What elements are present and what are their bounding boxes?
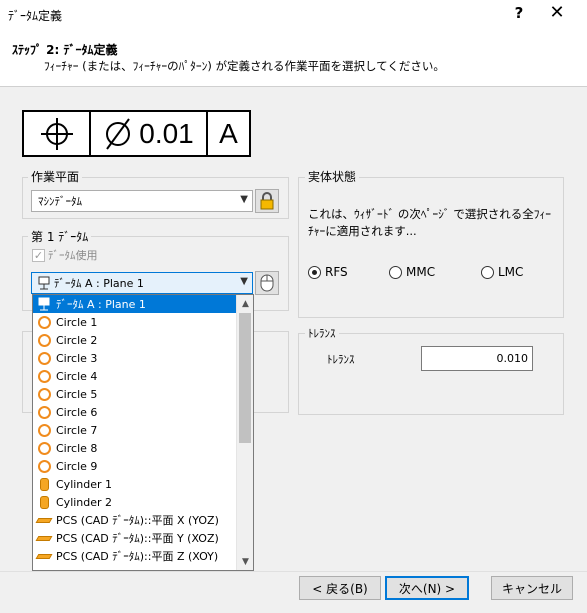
chevron-down-icon: ▼	[240, 276, 248, 287]
cylinder-icon	[36, 495, 52, 509]
dropdown-item-label: Circle 1	[56, 315, 98, 329]
work-plane-value: ﾏｼﾝﾃﾞｰﾀﾑ	[38, 195, 82, 208]
dropdown-item-label: Circle 3	[56, 351, 98, 365]
circle-icon	[36, 405, 52, 419]
dropdown-item-label: Circle 9	[56, 459, 98, 473]
dropdown-item-label: Circle 2	[56, 333, 98, 347]
dropdown-item-label: Cylinder 1	[56, 477, 113, 491]
lock-button[interactable]	[255, 189, 279, 213]
step-description: ﾌｨｰﾁｬｰ (または、ﾌｨｰﾁｬｰのﾊﾟﾀｰﾝ) が定義される作業平面を選択し…	[44, 59, 445, 73]
radio-dot	[308, 265, 321, 279]
feature-control-frame: 0.01 A	[22, 110, 251, 157]
dropdown-item[interactable]: Circle 2	[33, 331, 253, 349]
dropdown-item[interactable]: ﾃﾞｰﾀﾑ A : Plane 1	[33, 295, 253, 313]
dropdown-item-label: Circle 6	[56, 405, 98, 419]
work-plane-label: 作業平面	[28, 168, 83, 185]
circle-icon	[36, 459, 52, 473]
tolerance-group-label: ﾄﾚﾗﾝｽ	[305, 325, 339, 341]
tolerance-input[interactable]: 0.010	[421, 346, 533, 371]
lock-icon	[260, 192, 274, 210]
circle-icon	[36, 423, 52, 437]
material-condition-label: 実体状態	[305, 168, 360, 185]
scroll-down-icon[interactable]: ▼	[237, 553, 253, 570]
radio-dot	[481, 265, 494, 279]
footer-divider	[0, 571, 587, 572]
diameter-icon	[106, 117, 131, 150]
circle-icon	[36, 369, 52, 383]
cancel-button[interactable]: キャンセル	[491, 576, 573, 600]
datum-icon	[38, 276, 50, 290]
dropdown-item[interactable]: Cylinder 2	[33, 493, 253, 511]
plane-icon	[35, 513, 53, 527]
dropdown-item[interactable]: Circle 1	[33, 313, 253, 331]
dropdown-scrollbar[interactable]: ▲ ▼	[236, 295, 253, 570]
wizard-header: ｽﾃｯﾌﾟ 2: ﾃﾞｰﾀﾑ定義 ﾌｨｰﾁｬｰ (または、ﾌｨｰﾁｬｰのﾊﾟﾀｰ…	[0, 31, 587, 87]
window-title: ﾃﾞｰﾀﾑ定義	[8, 9, 63, 23]
dropdown-item-label: Circle 7	[56, 423, 98, 437]
help-button[interactable]: ?	[511, 4, 527, 22]
chevron-down-icon: ▼	[240, 194, 248, 205]
datum1-value: ﾃﾞｰﾀﾑ A : Plane 1	[54, 277, 144, 290]
dropdown-item[interactable]: Circle 6	[33, 403, 253, 421]
tolerance-value: 0.01	[139, 117, 194, 149]
radio-mmc[interactable]: MMC	[389, 265, 435, 279]
datum1-dropdown-list[interactable]: ﾃﾞｰﾀﾑ A : Plane 1 Circle 1 Circle 2 Circle …	[32, 294, 254, 571]
dropdown-item[interactable]: PCS (CAD ﾃﾞｰﾀﾑ)::平面 Z (XOY)	[33, 547, 253, 565]
dropdown-item-label: Circle 8	[56, 441, 98, 455]
next-button[interactable]: 次へ(N) >	[385, 576, 469, 600]
dropdown-item[interactable]: Cylinder 1	[33, 475, 253, 493]
mouse-icon	[260, 274, 274, 292]
circle-icon	[36, 351, 52, 365]
tolerance-cell: 0.01	[91, 112, 208, 155]
dropdown-item-label: ﾃﾞｰﾀﾑ A : Plane 1	[56, 298, 146, 311]
dropdown-item[interactable]: PCS (CAD ﾃﾞｰﾀﾑ)::平面 X (YOZ)	[33, 511, 253, 529]
dropdown-item[interactable]: Circle 4	[33, 367, 253, 385]
back-button[interactable]: < 戻る(B)	[299, 576, 381, 600]
plane-icon	[35, 531, 53, 545]
dropdown-item-label: PCS (CAD ﾃﾞｰﾀﾑ)::平面 Z (XOY)	[56, 550, 219, 563]
plane-icon	[35, 549, 53, 563]
dropdown-item-label: PCS (CAD ﾃﾞｰﾀﾑ)::平面 X (YOZ)	[56, 514, 219, 527]
radio-rfs[interactable]: RFS	[308, 265, 348, 279]
cylinder-icon	[36, 477, 52, 491]
dropdown-item-label: Circle 4	[56, 369, 98, 383]
circle-icon	[36, 387, 52, 401]
radio-dot	[389, 265, 402, 279]
pick-datum-button[interactable]	[255, 271, 279, 295]
dropdown-item[interactable]: Circle 9	[33, 457, 253, 475]
datum1-select[interactable]: ﾃﾞｰﾀﾑ A : Plane 1 ▼	[31, 272, 253, 294]
dropdown-item[interactable]: Circle 8	[33, 439, 253, 457]
circle-icon	[36, 333, 52, 347]
dropdown-item[interactable]: Circle 3	[33, 349, 253, 367]
dropdown-item-label: PCS (CAD ﾃﾞｰﾀﾑ)::平面 Y (XOZ)	[56, 532, 219, 545]
datum-icon	[36, 297, 52, 311]
radio-lmc[interactable]: LMC	[481, 265, 523, 279]
checkbox-check-icon: ✓	[32, 248, 45, 262]
datum1-label: 第 1 ﾃﾞｰﾀﾑ	[28, 228, 92, 245]
position-symbol-cell	[24, 112, 91, 155]
material-condition-description: これは、ｳｨｻﾞｰﾄﾞ の次ﾍﾟｰｼﾞ で選択される全ﾌｨｰﾁｬｰに適用されます…	[308, 207, 552, 238]
tolerance-field-label: ﾄﾚﾗﾝｽ	[327, 353, 355, 366]
dropdown-item[interactable]: Circle 5	[33, 385, 253, 403]
scroll-up-icon[interactable]: ▲	[237, 295, 253, 312]
close-button[interactable]: ✕	[545, 2, 569, 23]
datum-reference-cell: A	[219, 117, 238, 149]
scroll-thumb[interactable]	[239, 313, 251, 443]
circle-icon	[36, 315, 52, 329]
step-title: ｽﾃｯﾌﾟ 2: ﾃﾞｰﾀﾑ定義	[12, 43, 118, 57]
use-datum-checkbox[interactable]: ✓ ﾃﾞｰﾀﾑ使用	[32, 247, 98, 263]
circle-icon	[36, 441, 52, 455]
dropdown-item[interactable]: PCS (CAD ﾃﾞｰﾀﾑ)::平面 Y (XOZ)	[33, 529, 253, 547]
work-plane-select[interactable]: ﾏｼﾝﾃﾞｰﾀﾑ ▼	[31, 190, 253, 212]
position-icon	[40, 117, 73, 150]
dropdown-item[interactable]: Circle 7	[33, 421, 253, 439]
material-condition-group	[298, 177, 564, 318]
title-bar: ﾃﾞｰﾀﾑ定義 ? ✕	[0, 0, 587, 31]
dropdown-item-label: Circle 5	[56, 387, 98, 401]
dropdown-item-label: Cylinder 2	[56, 495, 113, 509]
